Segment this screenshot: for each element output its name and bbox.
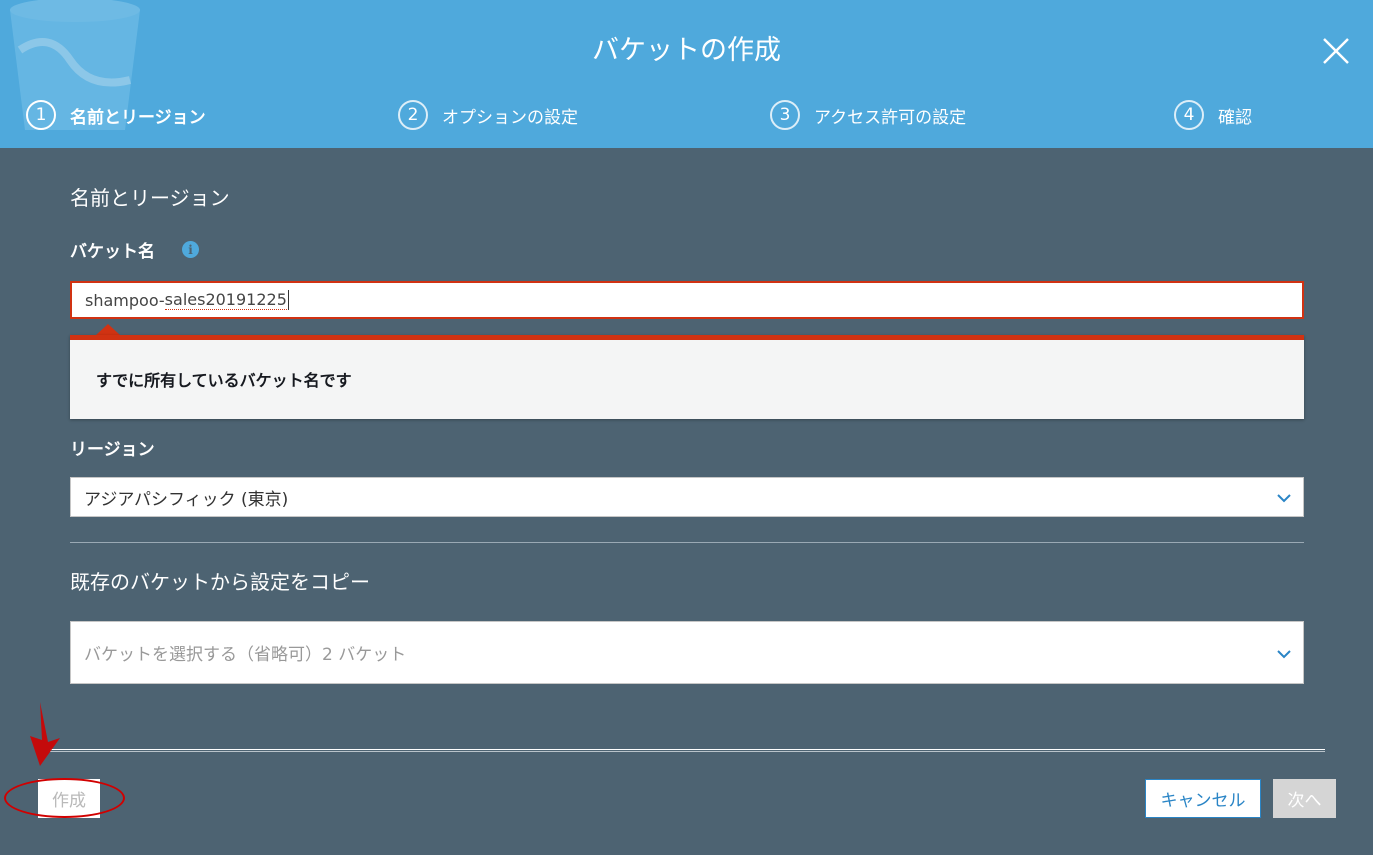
close-icon[interactable] <box>1321 36 1351 66</box>
annotation-ellipse <box>4 778 125 818</box>
annotation-arrow-icon <box>30 702 60 766</box>
chevron-down-icon <box>1277 494 1291 503</box>
bucket-name-input[interactable]: shampoo-sales20191225 <box>70 281 1304 319</box>
bucket-name-label: バケット名 <box>70 242 155 262</box>
text-caret <box>287 290 289 310</box>
step-options[interactable]: 2 オプションの設定 <box>398 98 578 132</box>
copy-settings-title: 既存のバケットから設定をコピー <box>70 570 370 594</box>
info-icon[interactable]: i <box>182 241 199 258</box>
footer-divider <box>50 749 1325 752</box>
dialog-title: バケットの作成 <box>592 35 781 66</box>
section-title: 名前とリージョン <box>70 186 230 210</box>
error-message-box: すでに所有しているバケット名です <box>70 335 1304 419</box>
step-number: 2 <box>398 100 428 130</box>
step-permissions[interactable]: 3 アクセス許可の設定 <box>770 98 966 132</box>
step-label: 名前とリージョン <box>70 107 206 128</box>
region-select[interactable]: アジアパシフィック (東京) <box>70 477 1304 517</box>
dialog-header: バケットの作成 1 名前とリージョン 2 オプションの設定 3 アクセス許可の設… <box>0 0 1373 148</box>
cancel-button[interactable]: キャンセル <box>1145 779 1261 818</box>
bucket-name-prefix: shampoo- <box>85 290 165 310</box>
step-label: 確認 <box>1218 107 1252 128</box>
region-value: アジアパシフィック (東京) <box>84 489 289 510</box>
step-name-region[interactable]: 1 名前とリージョン <box>26 98 206 132</box>
section-divider <box>70 542 1304 543</box>
step-review[interactable]: 4 確認 <box>1174 98 1252 132</box>
next-button[interactable]: 次へ <box>1273 779 1336 818</box>
step-label: アクセス許可の設定 <box>814 107 967 128</box>
step-number: 1 <box>26 100 56 130</box>
step-number: 3 <box>770 100 800 130</box>
error-message: すでに所有しているバケット名です <box>96 371 352 390</box>
region-label: リージョン <box>70 440 155 460</box>
error-pointer <box>96 324 120 335</box>
bucket-name-misspelled: sales20191225 <box>164 290 287 310</box>
chevron-down-icon <box>1277 650 1291 659</box>
copy-bucket-placeholder: バケットを選択する（省略可）2 バケット <box>84 645 407 665</box>
step-label: オプションの設定 <box>442 107 578 128</box>
copy-bucket-select[interactable]: バケットを選択する（省略可）2 バケット <box>70 621 1304 684</box>
step-number: 4 <box>1174 100 1204 130</box>
